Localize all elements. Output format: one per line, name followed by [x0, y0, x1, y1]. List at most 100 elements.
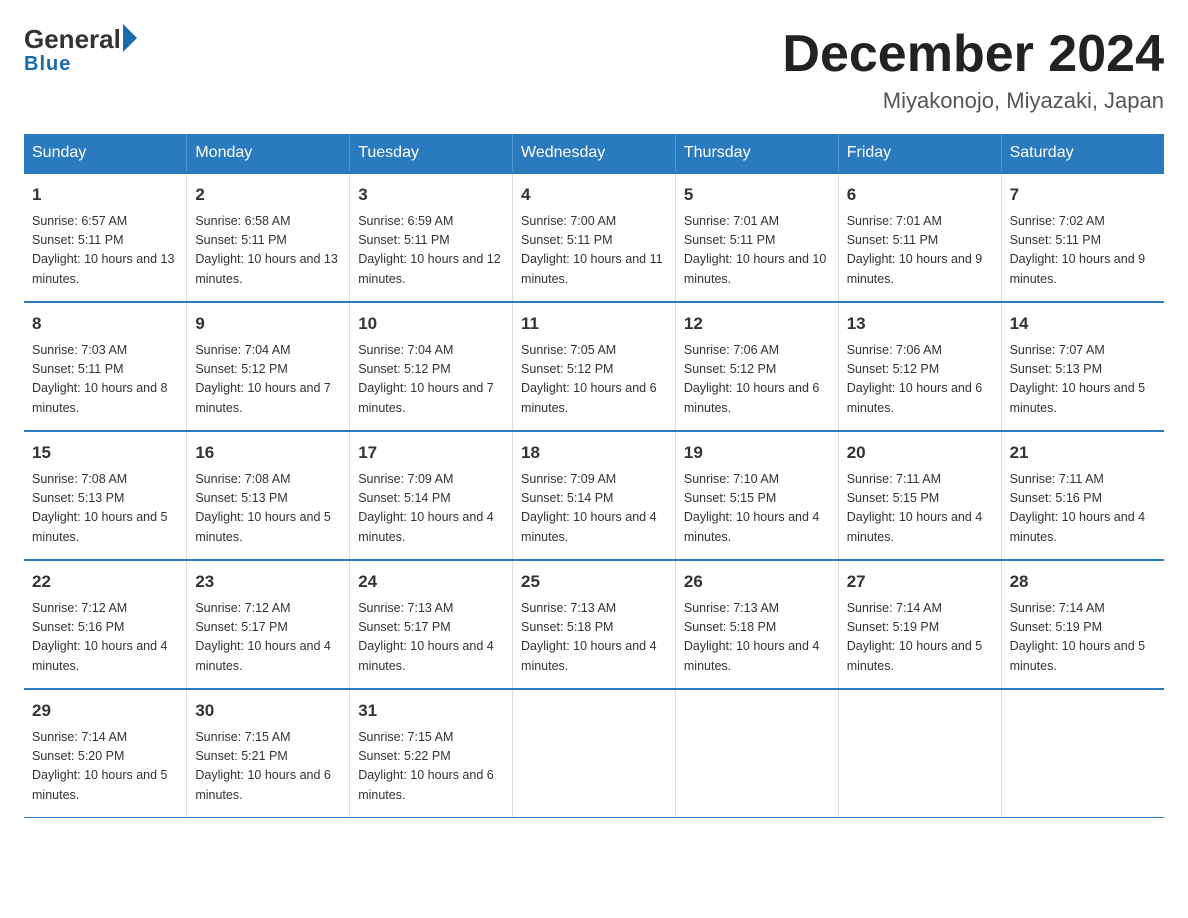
calendar-day-cell: 5Sunrise: 7:01 AMSunset: 5:11 PMDaylight…	[675, 173, 838, 302]
calendar-body: 1 Sunrise: 6:57 AMSunset: 5:11 PMDaylight…	[24, 173, 1164, 818]
day-number: 31	[358, 698, 504, 724]
calendar-week-row: 1 Sunrise: 6:57 AMSunset: 5:11 PMDaylight…	[24, 173, 1164, 302]
calendar-day-cell: 25 Sunrise: 7:13 AMSunset: 5:18 PMDayligh…	[513, 560, 676, 689]
day-info: Sunrise: 7:14 AMSunset: 5:20 PMDaylight:…	[32, 728, 178, 806]
day-info: Sunrise: 7:10 AMSunset: 5:15 PMDaylight:…	[684, 470, 830, 548]
day-info: Sunrise: 7:06 AMSunset: 5:12 PMDaylight:…	[847, 341, 993, 419]
day-info: Sunrise: 7:08 AMSunset: 5:13 PMDaylight:…	[32, 470, 178, 548]
day-of-week-header: Saturday	[1001, 134, 1164, 173]
day-info: Sunrise: 7:15 AMSunset: 5:21 PMDaylight:…	[195, 728, 341, 806]
day-number: 26	[684, 569, 830, 595]
day-number: 20	[847, 440, 993, 466]
day-number: 28	[1010, 569, 1156, 595]
day-number: 30	[195, 698, 341, 724]
day-number: 13	[847, 311, 993, 337]
day-info: Sunrise: 7:11 AMSunset: 5:16 PMDaylight:…	[1010, 470, 1156, 548]
day-info: Sunrise: 7:13 AMSunset: 5:18 PMDaylight:…	[521, 599, 667, 677]
day-info: Sunrise: 7:11 AMSunset: 5:15 PMDaylight:…	[847, 470, 993, 548]
calendar-day-cell: 20 Sunrise: 7:11 AMSunset: 5:15 PMDayligh…	[838, 431, 1001, 560]
day-info: Sunrise: 7:02 AMSunset: 5:11 PMDaylight:…	[1010, 212, 1156, 290]
day-number: 23	[195, 569, 341, 595]
calendar-week-row: 15 Sunrise: 7:08 AMSunset: 5:13 PMDayligh…	[24, 431, 1164, 560]
day-info: Sunrise: 7:14 AMSunset: 5:19 PMDaylight:…	[1010, 599, 1156, 677]
calendar-week-row: 8 Sunrise: 7:03 AMSunset: 5:11 PMDaylight…	[24, 302, 1164, 431]
logo-general-text: General	[24, 24, 121, 55]
day-number: 14	[1010, 311, 1156, 337]
day-info: Sunrise: 7:12 AMSunset: 5:17 PMDaylight:…	[195, 599, 341, 677]
day-of-week-header: Monday	[187, 134, 350, 173]
day-info: Sunrise: 7:13 AMSunset: 5:18 PMDaylight:…	[684, 599, 830, 677]
calendar-week-row: 29 Sunrise: 7:14 AMSunset: 5:20 PMDayligh…	[24, 689, 1164, 818]
calendar-day-cell: 28 Sunrise: 7:14 AMSunset: 5:19 PMDayligh…	[1001, 560, 1164, 689]
day-of-week-header: Sunday	[24, 134, 187, 173]
day-info: Sunrise: 7:04 AMSunset: 5:12 PMDaylight:…	[358, 341, 504, 419]
logo-blue-text: Blue	[24, 53, 71, 76]
day-info: Sunrise: 7:00 AMSunset: 5:11 PMDaylight:…	[521, 212, 667, 290]
calendar-day-cell: 18 Sunrise: 7:09 AMSunset: 5:14 PMDayligh…	[513, 431, 676, 560]
calendar-day-cell	[675, 689, 838, 818]
day-number: 22	[32, 569, 178, 595]
day-info: Sunrise: 7:01 AMSunset: 5:11 PMDaylight:…	[847, 212, 993, 290]
calendar-day-cell: 8 Sunrise: 7:03 AMSunset: 5:11 PMDaylight…	[24, 302, 187, 431]
day-info: Sunrise: 7:06 AMSunset: 5:12 PMDaylight:…	[684, 341, 830, 419]
calendar-subtitle: Miyakonojo, Miyazaki, Japan	[782, 88, 1164, 114]
calendar-title: December 2024	[782, 24, 1164, 84]
calendar-day-cell: 26 Sunrise: 7:13 AMSunset: 5:18 PMDayligh…	[675, 560, 838, 689]
day-number: 3	[358, 182, 504, 208]
day-number: 4	[521, 182, 667, 208]
calendar-day-cell: 4 Sunrise: 7:00 AMSunset: 5:11 PMDaylight…	[513, 173, 676, 302]
calendar-week-row: 22 Sunrise: 7:12 AMSunset: 5:16 PMDayligh…	[24, 560, 1164, 689]
calendar-day-cell: 31Sunrise: 7:15 AMSunset: 5:22 PMDayligh…	[350, 689, 513, 818]
calendar-day-cell: 17 Sunrise: 7:09 AMSunset: 5:14 PMDayligh…	[350, 431, 513, 560]
logo-triangle-icon	[123, 24, 137, 52]
calendar-day-cell: 10 Sunrise: 7:04 AMSunset: 5:12 PMDayligh…	[350, 302, 513, 431]
calendar-day-cell: 6 Sunrise: 7:01 AMSunset: 5:11 PMDaylight…	[838, 173, 1001, 302]
day-number: 11	[521, 311, 667, 337]
day-info: Sunrise: 7:09 AMSunset: 5:14 PMDaylight:…	[358, 470, 504, 548]
day-number: 15	[32, 440, 178, 466]
calendar-day-cell: 14 Sunrise: 7:07 AMSunset: 5:13 PMDayligh…	[1001, 302, 1164, 431]
calendar-day-cell	[1001, 689, 1164, 818]
day-of-week-header: Friday	[838, 134, 1001, 173]
day-number: 25	[521, 569, 667, 595]
day-info: Sunrise: 7:03 AMSunset: 5:11 PMDaylight:…	[32, 341, 178, 419]
day-number: 6	[847, 182, 993, 208]
calendar-day-cell: 7Sunrise: 7:02 AMSunset: 5:11 PMDaylight…	[1001, 173, 1164, 302]
calendar-day-cell	[513, 689, 676, 818]
calendar-day-cell: 1 Sunrise: 6:57 AMSunset: 5:11 PMDaylight…	[24, 173, 187, 302]
day-of-week-header: Thursday	[675, 134, 838, 173]
title-section: December 2024 Miyakonojo, Miyazaki, Japa…	[782, 24, 1164, 114]
day-info: Sunrise: 6:59 AMSunset: 5:11 PMDaylight:…	[358, 212, 504, 290]
day-number: 18	[521, 440, 667, 466]
day-info: Sunrise: 7:05 AMSunset: 5:12 PMDaylight:…	[521, 341, 667, 419]
calendar-day-cell: 30 Sunrise: 7:15 AMSunset: 5:21 PMDayligh…	[187, 689, 350, 818]
day-info: Sunrise: 6:57 AMSunset: 5:11 PMDaylight:…	[32, 212, 178, 290]
day-number: 9	[195, 311, 341, 337]
day-number: 10	[358, 311, 504, 337]
calendar-day-cell: 11 Sunrise: 7:05 AMSunset: 5:12 PMDayligh…	[513, 302, 676, 431]
day-number: 8	[32, 311, 178, 337]
calendar-header: SundayMondayTuesdayWednesdayThursdayFrid…	[24, 134, 1164, 173]
calendar-day-cell: 27Sunrise: 7:14 AMSunset: 5:19 PMDayligh…	[838, 560, 1001, 689]
day-number: 1	[32, 182, 178, 208]
day-number: 29	[32, 698, 178, 724]
calendar-day-cell: 13 Sunrise: 7:06 AMSunset: 5:12 PMDayligh…	[838, 302, 1001, 431]
calendar-day-cell: 21Sunrise: 7:11 AMSunset: 5:16 PMDayligh…	[1001, 431, 1164, 560]
calendar-day-cell: 15 Sunrise: 7:08 AMSunset: 5:13 PMDayligh…	[24, 431, 187, 560]
calendar-day-cell: 12Sunrise: 7:06 AMSunset: 5:12 PMDayligh…	[675, 302, 838, 431]
calendar-day-cell: 9 Sunrise: 7:04 AMSunset: 5:12 PMDaylight…	[187, 302, 350, 431]
day-number: 17	[358, 440, 504, 466]
day-number: 2	[195, 182, 341, 208]
calendar-day-cell: 24Sunrise: 7:13 AMSunset: 5:17 PMDayligh…	[350, 560, 513, 689]
day-of-week-header: Wednesday	[513, 134, 676, 173]
day-info: Sunrise: 7:12 AMSunset: 5:16 PMDaylight:…	[32, 599, 178, 677]
calendar-day-cell: 16Sunrise: 7:08 AMSunset: 5:13 PMDayligh…	[187, 431, 350, 560]
day-info: Sunrise: 7:07 AMSunset: 5:13 PMDaylight:…	[1010, 341, 1156, 419]
calendar-table: SundayMondayTuesdayWednesdayThursdayFrid…	[24, 134, 1164, 818]
days-of-week-row: SundayMondayTuesdayWednesdayThursdayFrid…	[24, 134, 1164, 173]
calendar-day-cell: 2 Sunrise: 6:58 AMSunset: 5:11 PMDaylight…	[187, 173, 350, 302]
calendar-day-cell	[838, 689, 1001, 818]
day-info: Sunrise: 6:58 AMSunset: 5:11 PMDaylight:…	[195, 212, 341, 290]
day-info: Sunrise: 7:04 AMSunset: 5:12 PMDaylight:…	[195, 341, 341, 419]
day-info: Sunrise: 7:09 AMSunset: 5:14 PMDaylight:…	[521, 470, 667, 548]
